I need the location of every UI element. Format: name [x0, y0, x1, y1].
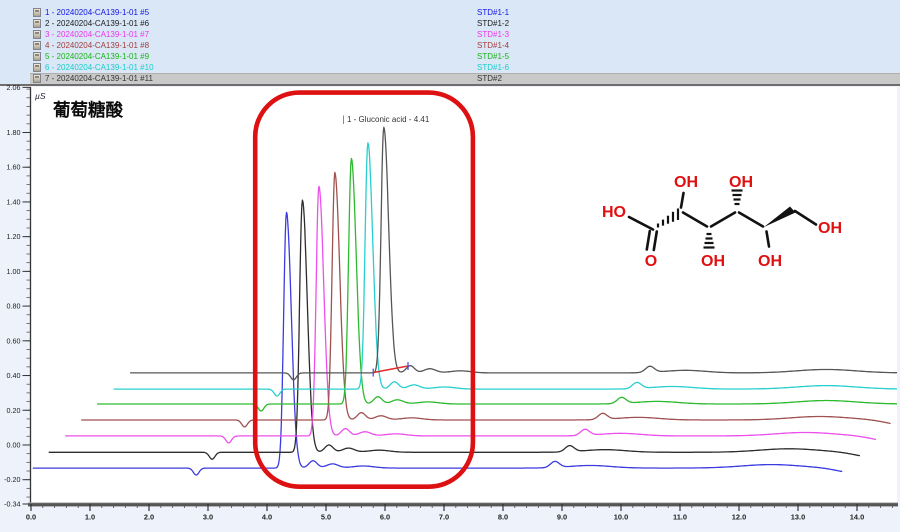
svg-text:0.80: 0.80 [7, 302, 21, 311]
svg-text:0.0: 0.0 [26, 513, 36, 522]
y-unit-label: µS [35, 91, 46, 101]
svg-text:1.40: 1.40 [7, 197, 21, 206]
svg-text:5.0: 5.0 [321, 513, 331, 522]
svg-text:1.0: 1.0 [85, 513, 95, 522]
sample-chromatogram-icon [33, 52, 41, 61]
sample-chromatogram-icon [33, 8, 41, 17]
standard-name: STD#2 [477, 74, 502, 83]
atom-label: OH [674, 174, 698, 191]
svg-text:12.0: 12.0 [732, 513, 746, 522]
sample-chromatogram-icon [33, 30, 41, 39]
atom-label: OH [729, 174, 753, 191]
hashed-bond [658, 209, 678, 228]
svg-text:7.0: 7.0 [439, 513, 449, 522]
sample-chromatogram-icon [33, 41, 41, 50]
svg-text:-0.20: -0.20 [4, 475, 20, 484]
sample-chromatogram-icon [33, 63, 41, 72]
hashed-bond [732, 191, 743, 205]
standard-name: STD#1-1 [477, 8, 509, 17]
svg-text:8.0: 8.0 [498, 513, 508, 522]
svg-text:1.20: 1.20 [7, 232, 21, 241]
atom-label: OH [758, 253, 782, 270]
standard-name: STD#1-5 [477, 52, 509, 61]
plot-title: 葡萄糖酸 [52, 100, 123, 120]
wedge-bond [764, 207, 796, 228]
svg-text:4.0: 4.0 [262, 513, 272, 522]
svg-text:0.00: 0.00 [7, 440, 21, 449]
svg-text:1.00: 1.00 [7, 267, 21, 276]
sample-name: 2 - 20240204-CA139-1-01 #6 [45, 19, 149, 28]
atom-label: O [645, 253, 657, 270]
sample-name: 5 - 20240204-CA139-1-01 #9 [45, 52, 149, 61]
standard-name: STD#1-2 [477, 19, 509, 28]
standard-name: STD#1-4 [477, 41, 509, 50]
atom-label: OH [818, 220, 842, 237]
standard-name: STD#1-6 [477, 63, 509, 72]
sample-chromatogram-icon [33, 74, 41, 83]
svg-text:0.20: 0.20 [7, 406, 21, 415]
svg-text:13.0: 13.0 [791, 513, 805, 522]
svg-text:2.06: 2.06 [7, 83, 21, 92]
gluconic-acid-structure: HO O OH OH OH OH OH [593, 148, 893, 298]
standard-name: STD#1-3 [477, 30, 509, 39]
svg-text:14.0: 14.0 [850, 513, 864, 522]
svg-text:1.80: 1.80 [7, 128, 21, 137]
svg-text:-0.34: -0.34 [4, 500, 20, 509]
atom-label: HO [602, 204, 626, 221]
svg-text:1.60: 1.60 [7, 163, 21, 172]
sample-name: 4 - 20240204-CA139-1-01 #8 [45, 41, 149, 50]
svg-text:9.0: 9.0 [557, 513, 567, 522]
sample-name: 3 - 20240204-CA139-1-01 #7 [45, 30, 149, 39]
svg-text:0.40: 0.40 [7, 371, 21, 380]
sample-name: 7 - 20240204-CA139-1-01 #11 [45, 74, 153, 83]
svg-text:0.60: 0.60 [7, 336, 21, 345]
svg-text:10.0: 10.0 [614, 513, 628, 522]
svg-text:11.0: 11.0 [673, 513, 687, 522]
hashed-bond [704, 234, 715, 248]
peak-annotation-label: 1 - Gluconic acid - 4.41 [347, 115, 430, 124]
sample-name: 1 - 20240204-CA139-1-01 #5 [45, 8, 149, 17]
sample-chromatogram-icon [33, 19, 41, 28]
chromatography-workspace: 1 - 20240204-CA139-1-01 #5 STD#1-1 2 - 202… [0, 0, 900, 532]
svg-text:2.0: 2.0 [144, 513, 154, 522]
svg-text:3.0: 3.0 [203, 513, 213, 522]
atom-label: OH [701, 253, 725, 270]
svg-text:6.0: 6.0 [380, 513, 390, 522]
sample-name: 6 - 20240204-CA139-1-01 #10 [45, 63, 154, 72]
